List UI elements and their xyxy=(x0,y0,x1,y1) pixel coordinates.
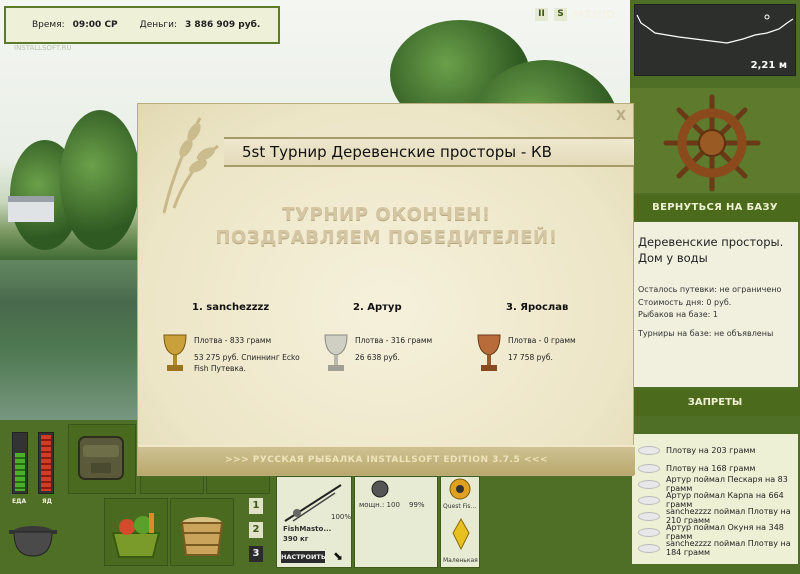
backpack-slot[interactable] xyxy=(68,424,136,494)
winner-name: 1. sanchezzzz xyxy=(192,302,270,313)
log-text: Плотву на 168 грамм xyxy=(666,463,756,473)
gold-cup-icon xyxy=(163,334,187,371)
rod-percent: 100% xyxy=(331,513,352,521)
rod-slot-2-button[interactable]: 2 xyxy=(249,522,263,538)
vegetable-basket-icon xyxy=(111,513,161,558)
line-name: Quest Fis... xyxy=(443,503,477,510)
wheat-icon xyxy=(162,117,219,214)
poison-meter xyxy=(38,432,54,494)
money-label: Деньги: xyxy=(139,20,178,30)
basket-slot[interactable] xyxy=(104,498,168,566)
reel-percent: 99% xyxy=(409,501,425,509)
rod-slot-1-button[interactable]: 1 xyxy=(249,498,263,514)
food-label: ЕДА xyxy=(12,498,27,505)
tournament-headline: ТУРНИР ОКОНЧЕН! ПОЗДРАВЛЯЕМ ПОБЕДИТЕЛЕЙ! xyxy=(138,203,635,249)
winner-catch: Плотва - 316 грамм xyxy=(355,336,433,345)
winner-catch: Плотва - 0 грамм xyxy=(508,336,576,345)
return-to-base-button[interactable]: ВЕРНУТЬСЯ НА БАЗУ xyxy=(630,195,800,221)
log-entry: Плотву на 203 грамм xyxy=(632,442,798,458)
food-meter-fill xyxy=(15,453,25,491)
watermark: INSTALLSOFT.RU xyxy=(14,44,72,52)
log-entry: sanchezzzz поймал Плотву на 184 грамм xyxy=(632,539,798,557)
log-entry: Артур поймал Окуня на 348 грамм xyxy=(632,523,798,541)
money-value: 3 886 909 руб. xyxy=(185,20,261,30)
catch-log: Плотву на 203 грамм Плотву на 168 грамм … xyxy=(632,434,798,564)
rod-slot-3-button[interactable]: 3 xyxy=(249,546,263,562)
bans-button[interactable]: ЗАПРЕТЫ xyxy=(630,390,800,416)
depth-value: 2,21 м xyxy=(750,60,787,71)
fish-icon xyxy=(638,445,660,455)
s-button[interactable]: S xyxy=(554,8,567,21)
base-emblem-area xyxy=(630,88,800,193)
headline-line-1: ТУРНИР ОКОНЧЕН! xyxy=(282,204,491,225)
menu-button[interactable]: МЕНЮ xyxy=(573,8,616,21)
log-text: Плотву на 203 грамм xyxy=(666,445,756,455)
rod-name: FishMasto... xyxy=(283,525,332,533)
house xyxy=(8,196,54,222)
log-entry: Артур поймал Карпа на 664 грамм xyxy=(632,491,798,509)
bronze-cup-icon xyxy=(477,334,501,371)
fish-icon xyxy=(638,463,660,473)
dialog-title: 5st Турнир Деревенские просторы - КВ xyxy=(242,143,552,161)
headline-line-2: ПОЗДРАВЛЯЕМ ПОБЕДИТЕЛЕЙ! xyxy=(215,227,558,248)
dialog-title-bar: 5st Турнир Деревенские просторы - КВ xyxy=(224,137,634,167)
reel-icon xyxy=(371,480,389,498)
close-icon[interactable]: X xyxy=(614,110,628,124)
base-info-line: Осталось путевки: не ограничено xyxy=(638,285,782,294)
log-text: sanchezzzz поймал Плотву на 184 грамм xyxy=(666,539,791,557)
pause-button[interactable]: II xyxy=(535,8,548,21)
food-meter xyxy=(12,432,28,494)
fish-icon xyxy=(638,511,660,521)
tournament-result-dialog: X 5st Турнир Деревенские просторы - КВ Т… xyxy=(137,103,635,476)
rod-weight: 390 кг xyxy=(283,535,309,543)
winner-name: 2. Артур xyxy=(353,302,402,313)
backpack-icon xyxy=(78,436,124,480)
bucket-slot[interactable] xyxy=(170,498,234,566)
base-name: Деревенские просторы. Дом у воды xyxy=(638,235,784,265)
base-info-line: Турниры на базе: не объявлены xyxy=(638,328,774,338)
fish-icon xyxy=(638,527,660,537)
ship-wheel-icon xyxy=(663,94,761,192)
winner-prize: 17 758 руб. xyxy=(508,353,553,362)
winner-name: 3. Ярослав xyxy=(506,302,569,313)
lure-name: Маленькая xyxy=(443,557,478,564)
winner-prize: 53 275 руб. Спиннинг Ecko Fish Путевка. xyxy=(194,353,300,373)
winner-prize: 26 638 руб. xyxy=(355,353,400,362)
lure-icon xyxy=(452,517,470,551)
expand-arrow-icon[interactable]: ⬊ xyxy=(333,549,343,563)
reel-slot[interactable]: мощн.: 100 99% xyxy=(354,476,438,568)
rod-panel[interactable]: FishMasto... 390 кг 100% НАСТРОИТЬ ⬊ xyxy=(276,476,352,568)
fishing-line-spool-icon xyxy=(449,478,471,500)
fish-icon xyxy=(638,479,660,489)
time-label: Время: xyxy=(32,20,65,30)
depth-map: 2,21 м xyxy=(634,4,796,76)
float-marker-icon xyxy=(764,14,770,20)
winner-catch: Плотва - 833 грамм xyxy=(194,336,272,345)
status-bar: Время: 09:00 СР Деньги: 3 886 909 руб. xyxy=(4,6,280,44)
silver-cup-icon xyxy=(324,334,348,371)
reel-power: мощн.: 100 xyxy=(359,501,400,509)
top-menu: II S МЕНЮ xyxy=(535,8,616,21)
footer-text: >>> РУССКАЯ РЫБАЛКА INSTALLSOFT EDITION … xyxy=(224,455,548,465)
log-entry: Артур поймал Пескаря на 83 грамм xyxy=(632,475,798,493)
base-info-line: Стоимость дня: 0 руб. xyxy=(638,297,732,307)
tree xyxy=(60,110,140,250)
setup-button[interactable]: НАСТРОИТЬ xyxy=(281,551,326,563)
wooden-bucket-icon xyxy=(180,517,224,556)
line-slot[interactable]: Quest Fis... Маленькая xyxy=(440,476,480,568)
base-info-panel: Деревенские просторы. Дом у воды Осталос… xyxy=(632,222,798,387)
fish-icon xyxy=(638,495,660,505)
poison-label: ЯД xyxy=(42,498,52,505)
right-panel: 2,21 м ВЕРНУТЬСЯ НА БАЗУ Деревенские про… xyxy=(630,0,800,574)
log-entry: Плотву на 168 грамм xyxy=(632,460,798,476)
poison-meter-fill xyxy=(41,435,51,491)
base-info-line: Рыбаков на базе: 1 xyxy=(638,310,718,319)
log-entry: sanchezzzz поймал Плотву на 210 грамм xyxy=(632,507,798,525)
time-value: 09:00 СР xyxy=(72,20,118,30)
fish-icon xyxy=(638,543,660,553)
cauldron-icon[interactable] xyxy=(8,516,58,560)
dialog-footer: >>> РУССКАЯ РЫБАЛКА INSTALLSOFT EDITION … xyxy=(138,445,635,475)
